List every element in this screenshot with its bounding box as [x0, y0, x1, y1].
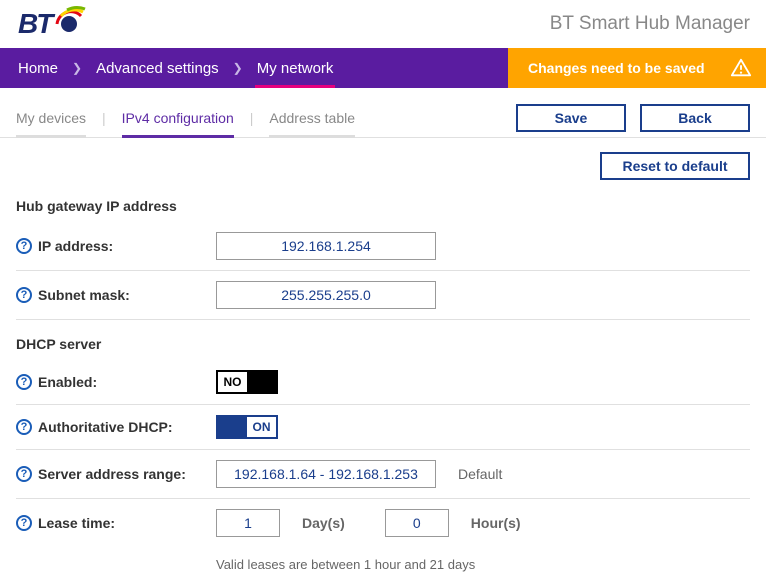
help-icon[interactable]: ?: [16, 374, 32, 390]
lease-days-unit: Day(s): [302, 515, 345, 531]
label-lease-time: ? Lease time:: [16, 515, 216, 531]
lease-days-input[interactable]: [216, 509, 280, 537]
server-address-range-input[interactable]: [216, 460, 436, 488]
sub-row: My devices | IPv4 configuration | Addres…: [0, 88, 766, 138]
label-authoritative-dhcp: ? Authoritative DHCP:: [16, 419, 216, 435]
crumb-home[interactable]: Home: [16, 60, 60, 77]
chevron-right-icon: ❯: [72, 61, 82, 75]
help-icon[interactable]: ?: [16, 466, 32, 482]
help-icon[interactable]: ?: [16, 515, 32, 531]
authoritative-dhcp-toggle[interactable]: ON: [216, 415, 278, 439]
label-text: Lease time:: [38, 515, 115, 531]
label-text: Enabled:: [38, 374, 97, 390]
tab-address-table[interactable]: Address table: [269, 106, 355, 130]
tab-my-devices[interactable]: My devices: [16, 106, 86, 130]
action-buttons: Save Back: [516, 104, 750, 132]
back-button[interactable]: Back: [640, 104, 750, 132]
label-enabled: ? Enabled:: [16, 374, 216, 390]
label-ip-address: ? IP address:: [16, 238, 216, 254]
chevron-right-icon: ❯: [233, 61, 243, 75]
label-text: Subnet mask:: [38, 287, 130, 303]
logo-text: BT: [18, 8, 51, 40]
alert-text: Changes need to be saved: [528, 60, 705, 76]
toggle-knob: [247, 372, 276, 392]
help-icon[interactable]: ?: [16, 287, 32, 303]
lease-hours-unit: Hour(s): [471, 515, 521, 531]
crumb-mynetwork[interactable]: My network: [255, 60, 336, 77]
content: Hub gateway IP address ? IP address: ? S…: [0, 184, 766, 588]
save-button[interactable]: Save: [516, 104, 626, 132]
enabled-toggle[interactable]: NO: [216, 370, 278, 394]
label-text: Authoritative DHCP:: [38, 419, 173, 435]
section-hub-gateway: Hub gateway IP address: [16, 198, 750, 214]
app-header: BT BT Smart Hub Manager: [0, 0, 766, 48]
page-title: BT Smart Hub Manager: [550, 13, 750, 35]
toggle-value: ON: [247, 417, 276, 437]
crumb-advanced[interactable]: Advanced settings: [94, 60, 221, 77]
label-text: IP address:: [38, 238, 113, 254]
label-text: Server address range:: [38, 466, 186, 482]
row-authoritative-dhcp: ? Authoritative DHCP: ON: [16, 405, 750, 450]
reset-to-default-button[interactable]: Reset to default: [600, 152, 750, 180]
warning-icon: [730, 57, 752, 79]
range-default-label: Default: [458, 466, 502, 482]
tab-ipv4-configuration[interactable]: IPv4 configuration: [122, 106, 234, 130]
tab-divider: |: [102, 110, 106, 126]
help-icon[interactable]: ?: [16, 238, 32, 254]
lease-hours-input[interactable]: [385, 509, 449, 537]
reset-row: Reset to default: [0, 138, 766, 184]
nav-row: Home ❯ Advanced settings ❯ My network Ch…: [0, 48, 766, 88]
bt-logo: BT: [18, 8, 85, 40]
tabs: My devices | IPv4 configuration | Addres…: [16, 106, 516, 130]
label-server-address-range: ? Server address range:: [16, 466, 216, 482]
section-dhcp-server: DHCP server: [16, 336, 750, 352]
lease-note: Valid leases are between 1 hour and 21 d…: [16, 547, 750, 572]
row-ip-address: ? IP address:: [16, 222, 750, 271]
logo-globe-icon: [53, 8, 85, 40]
row-enabled: ? Enabled: NO: [16, 360, 750, 405]
help-icon[interactable]: ?: [16, 419, 32, 435]
row-subnet-mask: ? Subnet mask:: [16, 271, 750, 320]
tab-divider: |: [250, 110, 254, 126]
label-subnet-mask: ? Subnet mask:: [16, 287, 216, 303]
toggle-value: NO: [218, 372, 247, 392]
breadcrumb: Home ❯ Advanced settings ❯ My network: [0, 48, 508, 88]
subnet-mask-input[interactable]: [216, 281, 436, 309]
toggle-knob: [218, 417, 247, 437]
save-alert: Changes need to be saved: [508, 48, 766, 88]
row-server-address-range: ? Server address range: Default: [16, 450, 750, 499]
row-lease-time: ? Lease time: Day(s) Hour(s): [16, 499, 750, 547]
ip-address-input[interactable]: [216, 232, 436, 260]
